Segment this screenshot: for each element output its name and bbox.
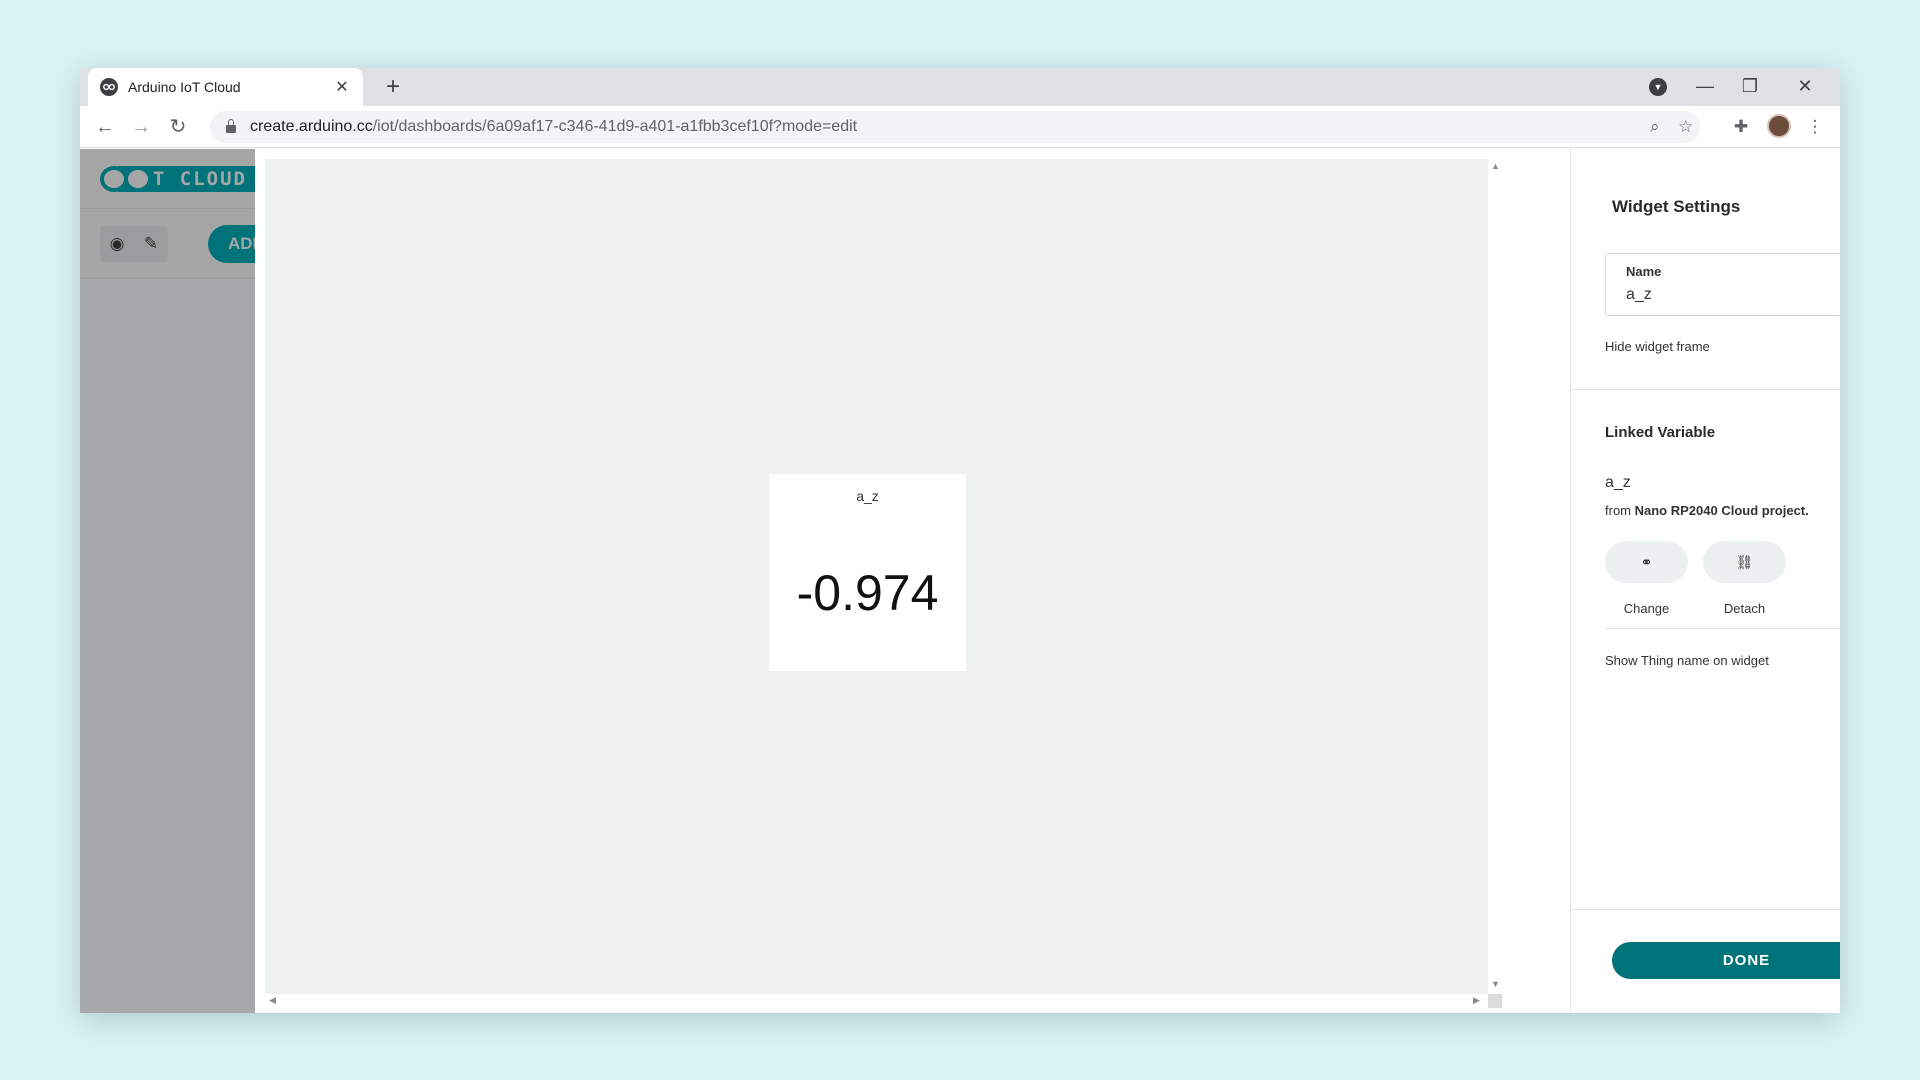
name-field[interactable]: Name [1605, 253, 1840, 316]
done-button[interactable]: DONE [1612, 942, 1840, 979]
widget-settings-panel: Widget Settings Name Hide widget frame L… [1570, 149, 1840, 1013]
tab-title: Arduino IoT Cloud [128, 79, 241, 95]
back-icon[interactable]: ← [92, 114, 118, 140]
value-widget[interactable]: a_z -0.974 [769, 474, 966, 671]
scroll-left-icon[interactable]: ◀ [269, 995, 276, 1006]
name-field-label: Name [1626, 264, 1662, 279]
extensions-icon[interactable]: ✚ [1728, 114, 1754, 140]
browser-tab[interactable]: Arduino IoT Cloud ✕ [88, 68, 363, 106]
dashboard-canvas: a_z -0.974 ▲ ▼ ◀ ▶ [255, 149, 1570, 1013]
row-divider [1605, 628, 1840, 629]
panel-title: Widget Settings [1612, 197, 1741, 216]
edit-mode-pencil-icon[interactable]: ✎ [134, 226, 168, 262]
dashboard-grid: a_z -0.974 [265, 159, 1488, 994]
view-mode-eye-icon[interactable]: ◉ [100, 226, 134, 262]
tab-search-icon[interactable]: ▼ [1649, 78, 1667, 96]
vertical-scrollbar[interactable]: ▲ ▼ [1488, 159, 1502, 994]
horizontal-scrollbar[interactable]: ◀ ▶ [265, 994, 1488, 1008]
add-widget-button[interactable]: ADD [208, 224, 255, 263]
widget-value: -0.974 [796, 565, 939, 621]
scroll-right-icon[interactable]: ▶ [1473, 995, 1480, 1006]
link-icon: ⚭ [1640, 553, 1653, 570]
window-close-icon[interactable]: ✕ [1790, 72, 1820, 100]
widget-title: a_z [856, 488, 879, 504]
browser-menu-icon[interactable]: ⋮ [1802, 114, 1828, 140]
section-divider [1571, 389, 1840, 390]
new-tab-button[interactable]: + [380, 74, 406, 100]
scroll-up-icon[interactable]: ▲ [1491, 161, 1500, 171]
tab-close-icon[interactable]: ✕ [333, 77, 351, 97]
name-input[interactable] [1626, 286, 1840, 304]
linked-variable-title: Linked Variable [1605, 424, 1716, 441]
tab-strip: Arduino IoT Cloud ✕ + ▼ — ❐ ✕ [80, 68, 1840, 106]
detach-label: Detach [1723, 601, 1766, 616]
scroll-corner [1488, 994, 1502, 1008]
change-label: Change [1623, 601, 1670, 616]
left-nav: IOT CLOUD ◉ ✎ ADD [80, 149, 255, 1013]
forward-icon[interactable]: → [128, 114, 154, 140]
zoom-icon[interactable]: ⌕ [1650, 117, 1660, 137]
address-bar[interactable]: create.arduino.cc/iot/dashboards/6a09af1… [210, 111, 1700, 143]
dashboard-toolbar: ◉ ✎ ADD [80, 209, 255, 279]
restore-icon[interactable]: ❐ [1735, 72, 1765, 100]
variable-name: a_z [1605, 474, 1631, 491]
browser-toolbar: ← → ↻ create.arduino.cc/iot/dashboards/6… [80, 106, 1840, 148]
arduino-favicon-icon [100, 78, 118, 96]
browser-window: Arduino IoT Cloud ✕ + ▼ — ❐ ✕ ← → ↻ crea… [80, 68, 1840, 1013]
arduino-logo-icon [100, 165, 152, 192]
profile-avatar[interactable] [1767, 114, 1791, 138]
app-area: IOT CLOUD ◉ ✎ ADD a_z -0.974 ▲ ▼ [80, 149, 1840, 1013]
bookmark-star-icon[interactable]: ☆ [1678, 117, 1693, 137]
variable-source: from Nano RP2040 Cloud project. [1605, 503, 1809, 518]
show-thing-label: Show Thing name on widget [1605, 653, 1769, 668]
detach-variable-button[interactable]: ⛓ [1703, 541, 1786, 583]
app-header: IOT CLOUD [80, 149, 255, 209]
footer-divider [1571, 909, 1840, 910]
reload-icon[interactable]: ↻ [165, 114, 191, 140]
mode-switch: ◉ ✎ [100, 225, 168, 262]
url-text: create.arduino.cc/iot/dashboards/6a09af1… [250, 118, 858, 135]
lock-icon [226, 119, 236, 133]
hide-frame-label: Hide widget frame [1605, 339, 1710, 354]
minimize-icon[interactable]: — [1690, 72, 1720, 100]
change-variable-button[interactable]: ⚭ [1605, 541, 1688, 583]
unlink-icon: ⛓ [1735, 553, 1754, 570]
scroll-down-icon[interactable]: ▼ [1491, 979, 1500, 989]
